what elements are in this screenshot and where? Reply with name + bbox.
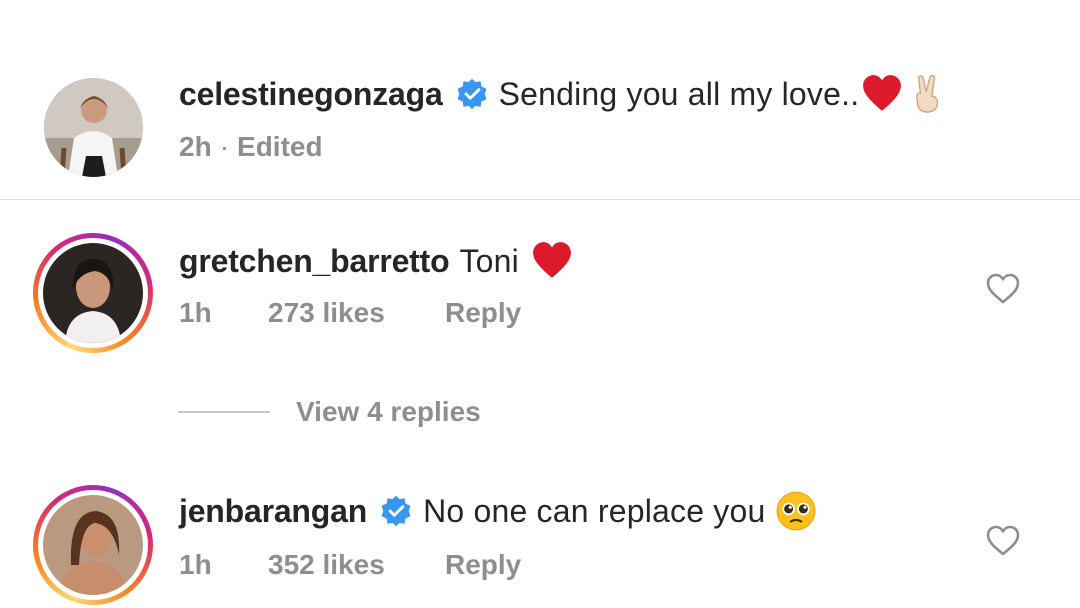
post-caption: celestinegonzaga Sending you all my love… bbox=[0, 0, 1080, 200]
like-count[interactable]: 273 likes bbox=[268, 297, 445, 329]
caption-username[interactable]: celestinegonzaga bbox=[179, 76, 443, 113]
comment-text: No one can replace you bbox=[423, 492, 766, 529]
comment-line: gretchen_barretto Toni bbox=[179, 240, 573, 282]
caption-divider bbox=[0, 199, 1080, 200]
pleading-face-emoji-icon bbox=[777, 491, 816, 531]
view-replies-toggle[interactable]: View 4 replies bbox=[178, 396, 481, 428]
like-heart-icon[interactable] bbox=[986, 273, 1020, 305]
heart-emoji-icon bbox=[533, 242, 571, 278]
like-heart-icon[interactable] bbox=[986, 525, 1020, 557]
replies-divider-line bbox=[178, 411, 270, 413]
comment-text: Toni bbox=[459, 242, 519, 279]
caption-author-avatar[interactable] bbox=[44, 78, 143, 177]
victory-hand-emoji-icon bbox=[916, 74, 939, 113]
caption-text: Sending you all my love.. bbox=[498, 75, 860, 112]
reply-button[interactable]: Reply bbox=[445, 549, 521, 581]
comment-username[interactable]: gretchen_barretto bbox=[179, 243, 450, 280]
comment-username[interactable]: jenbarangan bbox=[179, 493, 367, 530]
caption-timestamp: 2h bbox=[179, 131, 212, 162]
comment-meta: 1h 273 likes Reply bbox=[179, 297, 521, 329]
verified-badge-icon bbox=[381, 495, 411, 527]
heart-emoji-icon bbox=[863, 75, 902, 111]
like-count[interactable]: 352 likes bbox=[268, 549, 445, 581]
avatar-photo-icon bbox=[43, 243, 143, 343]
caption-meta: 2h · Edited bbox=[179, 131, 323, 163]
comment-line: jenbarangan No one can replace you bbox=[179, 490, 817, 532]
commenter-avatar-story-ring[interactable] bbox=[33, 485, 153, 605]
avatar-photo-icon bbox=[43, 495, 143, 595]
verified-badge-icon bbox=[457, 78, 487, 110]
comment-timestamp: 1h bbox=[179, 297, 212, 328]
avatar-photo-icon bbox=[44, 78, 143, 177]
view-replies-label[interactable]: View 4 replies bbox=[296, 396, 481, 428]
commenter-avatar-story-ring[interactable] bbox=[33, 233, 153, 353]
edited-label: Edited bbox=[237, 131, 323, 162]
meta-separator: · bbox=[219, 131, 230, 162]
comment-meta: 1h 352 likes Reply bbox=[179, 549, 521, 581]
caption-line: celestinegonzaga Sending you all my love… bbox=[179, 72, 947, 116]
reply-button[interactable]: Reply bbox=[445, 297, 521, 329]
comments-screen: celestinegonzaga Sending you all my love… bbox=[0, 0, 1080, 608]
comment-timestamp: 1h bbox=[179, 549, 212, 580]
